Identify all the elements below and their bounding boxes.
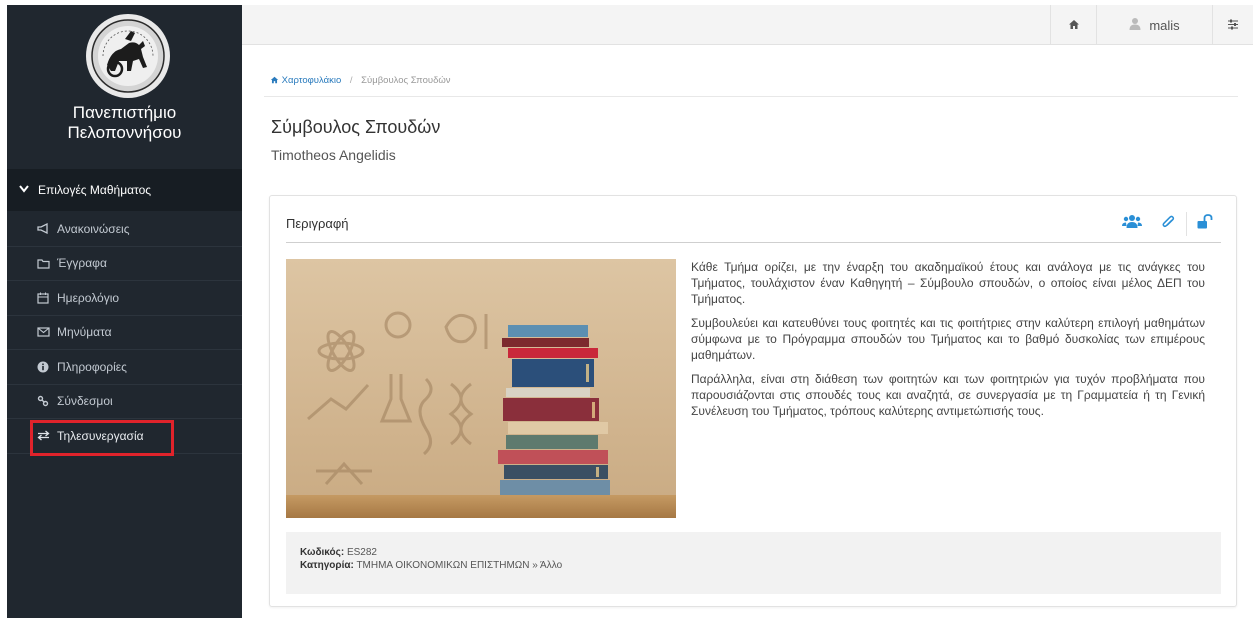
sidebar-item-calendar[interactable]: Ημερολόγιο: [7, 281, 242, 316]
unlock-icon: [1197, 214, 1213, 234]
university-name: Πανεπιστήμιο Πελοποννήσου: [7, 103, 242, 143]
home-icon: [270, 76, 279, 84]
course-code-value: ES282: [346, 547, 377, 558]
envelope-icon: [35, 327, 51, 337]
breadcrumb-home-link[interactable]: Χαρτοφυλάκιο: [270, 75, 344, 86]
sidebar-item-label: Ανακοινώσεις: [57, 221, 130, 236]
users-button[interactable]: [1114, 212, 1150, 236]
sidebar-item-documents[interactable]: Έγγραφα: [7, 247, 242, 281]
sidebar-item-messages[interactable]: Μηνύματα: [7, 316, 242, 350]
sidebar-item-info[interactable]: Πληροφορίες: [7, 350, 242, 385]
breadcrumb: Χαρτοφυλάκιο / Σύμβουλος Σπουδών: [270, 75, 451, 86]
top-bar: malis: [242, 5, 1253, 45]
sidebar-item-label: Πληροφορίες: [57, 359, 127, 374]
megaphone-icon: [35, 223, 51, 235]
breadcrumb-divider: [264, 96, 1238, 97]
user-menu-button[interactable]: malis: [1096, 5, 1212, 45]
sidebar-item-label: Ημερολόγιο: [57, 290, 120, 305]
university-name-line2: Πελοποννήσου: [67, 123, 182, 142]
username: malis: [1149, 17, 1180, 33]
paperclip-icon: [1161, 214, 1175, 235]
panel-title: Περιγραφή: [286, 216, 349, 231]
course-category-value: ΤΜΗΜΑ ΟΙΚΟΝΟΜΙΚΩΝ ΕΠΙΣΤΗΜΩΝ » Άλλο: [356, 560, 563, 571]
sidebar: Πανεπιστήμιο Πελοποννήσου Επιλογές Μαθήμ…: [7, 5, 242, 618]
sidebar-item-links[interactable]: Σύνδεσμοι: [7, 385, 242, 419]
university-name-line1: Πανεπιστήμιο: [72, 103, 177, 122]
home-icon: [1068, 18, 1080, 33]
breadcrumb-current: Σύμβουλος Σπουδών: [361, 75, 451, 86]
sidebar-item-announcements[interactable]: Ανακοινώσεις: [7, 212, 242, 247]
users-icon: [1122, 214, 1142, 234]
lock-button[interactable]: [1186, 212, 1222, 236]
home-button[interactable]: [1050, 5, 1096, 45]
description-paragraph: Κάθε Τμήμα ορίζει, με την έναρξη του ακα…: [691, 260, 1205, 306]
books-illustration: [286, 259, 676, 518]
teleconference-highlight-box: [30, 420, 174, 456]
sidebar-item-label: Έγγραφα: [57, 256, 107, 271]
description-panel: Περιγραφή Κάθε Τμήμα ορίζει, με την έναρ…: [269, 195, 1237, 607]
university-logo[interactable]: [85, 13, 171, 99]
info-icon: [35, 361, 51, 373]
course-code-label: Κωδικός:: [300, 547, 345, 558]
chevron-down-icon: [19, 184, 31, 196]
panel-divider: [286, 242, 1221, 243]
course-category-row: Κατηγορία: ΤΜΗΜΑ ΟΙΚΟΝΟΜΙΚΩΝ ΕΠΙΣΤΗΜΩΝ »…: [300, 559, 1207, 572]
description-text: Κάθε Τμήμα ορίζει, με την έναρξη του ακα…: [691, 259, 1205, 427]
course-meta: Κωδικός: ES282 Κατηγορία: ΤΜΗΜΑ ΟΙΚΟΝΟΜΙ…: [286, 532, 1221, 594]
folder-icon: [35, 258, 51, 269]
sidebar-item-label: Σύνδεσμοι: [57, 394, 113, 409]
settings-toggle-button[interactable]: [1212, 5, 1253, 45]
link-icon: [35, 395, 51, 407]
sidebar-item-label: Μηνύματα: [57, 325, 112, 340]
course-code-row: Κωδικός: ES282: [300, 546, 1207, 559]
calendar-icon: [35, 292, 51, 304]
description-paragraph: Συμβουλεύει και κατευθύνει τους φοιτητές…: [691, 316, 1205, 362]
page-subtitle: Timotheos Angelidis: [271, 147, 396, 163]
panel-actions: [1114, 212, 1222, 236]
course-options-header[interactable]: Επιλογές Μαθήματος: [7, 169, 242, 211]
course-options-label: Επιλογές Μαθήματος: [38, 183, 152, 197]
breadcrumb-separator: /: [349, 75, 353, 86]
course-menu: Ανακοινώσεις Έγγραφα Ημερολόγιο Μηνύματα…: [7, 212, 242, 454]
attachment-button[interactable]: [1150, 212, 1186, 236]
breadcrumb-home-label: Χαρτοφυλάκιο: [281, 75, 342, 86]
page-title: Σύμβουλος Σπουδών: [271, 117, 441, 137]
sliders-icon: [1227, 18, 1239, 33]
description-paragraph: Παράλληλα, είναι στη διάθεση των φοιτητώ…: [691, 372, 1205, 418]
course-category-label: Κατηγορία:: [300, 560, 354, 571]
user-icon: [1129, 17, 1141, 33]
